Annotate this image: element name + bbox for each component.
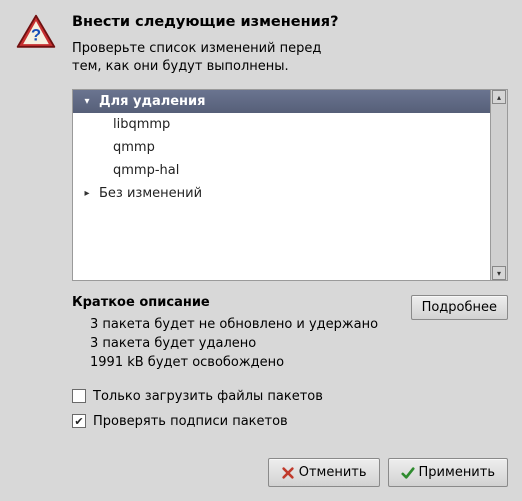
expander-right-icon: ▸ [81, 188, 93, 199]
tree-item[interactable]: qmmp-hal [73, 159, 490, 182]
option-download-only[interactable]: Только загрузить файлы пакетов [72, 389, 508, 404]
summary-title: Краткое описание [72, 295, 411, 310]
tree-item[interactable]: qmmp [73, 136, 490, 159]
button-label: Подробнее [422, 300, 497, 315]
dialog-subtitle: Проверьте список изменений перед тем, ка… [72, 40, 508, 75]
checkbox-unchecked-icon[interactable] [72, 389, 86, 403]
scroll-down-button[interactable]: ▾ [492, 266, 506, 280]
option-verify-signatures[interactable]: ✔ Проверять подписи пакетов [72, 414, 508, 429]
tree-group-removal[interactable]: ▾ Для удаления [73, 90, 490, 113]
scroll-up-button[interactable]: ▴ [492, 90, 506, 104]
question-warning-icon: ? [14, 12, 58, 56]
apply-button[interactable]: Применить [388, 458, 508, 487]
expander-down-icon: ▾ [81, 96, 93, 107]
cancel-button[interactable]: Отменить [268, 458, 380, 487]
button-label: Применить [419, 465, 495, 480]
summary-line: 3 пакета будет удалено [90, 335, 411, 354]
tree-group-unchanged[interactable]: ▸ Без изменений [73, 182, 490, 205]
tree-group-label: Без изменений [99, 186, 202, 201]
tree-vertical-scrollbar[interactable]: ▴ ▾ [491, 89, 508, 281]
cancel-icon [281, 466, 295, 480]
apply-icon [401, 466, 415, 480]
summary-line: 1991 kB будет освобождено [90, 354, 411, 373]
summary-lines: 3 пакета будет не обновлено и удержано 3… [90, 316, 411, 373]
dialog-title: Внести следующие изменения? [72, 14, 508, 30]
tree-item[interactable]: libqmmp [73, 113, 490, 136]
summary-line: 3 пакета будет не обновлено и удержано [90, 316, 411, 335]
option-label: Проверять подписи пакетов [93, 414, 288, 429]
tree-group-label: Для удаления [99, 94, 206, 109]
button-label: Отменить [299, 465, 367, 480]
svg-text:?: ? [31, 26, 41, 44]
checkbox-checked-icon[interactable]: ✔ [72, 414, 86, 428]
changes-tree[interactable]: ▾ Для удаления libqmmp qmmp qmmp-hal ▸ Б… [72, 89, 491, 281]
option-label: Только загрузить файлы пакетов [93, 389, 323, 404]
details-button[interactable]: Подробнее [411, 295, 508, 320]
